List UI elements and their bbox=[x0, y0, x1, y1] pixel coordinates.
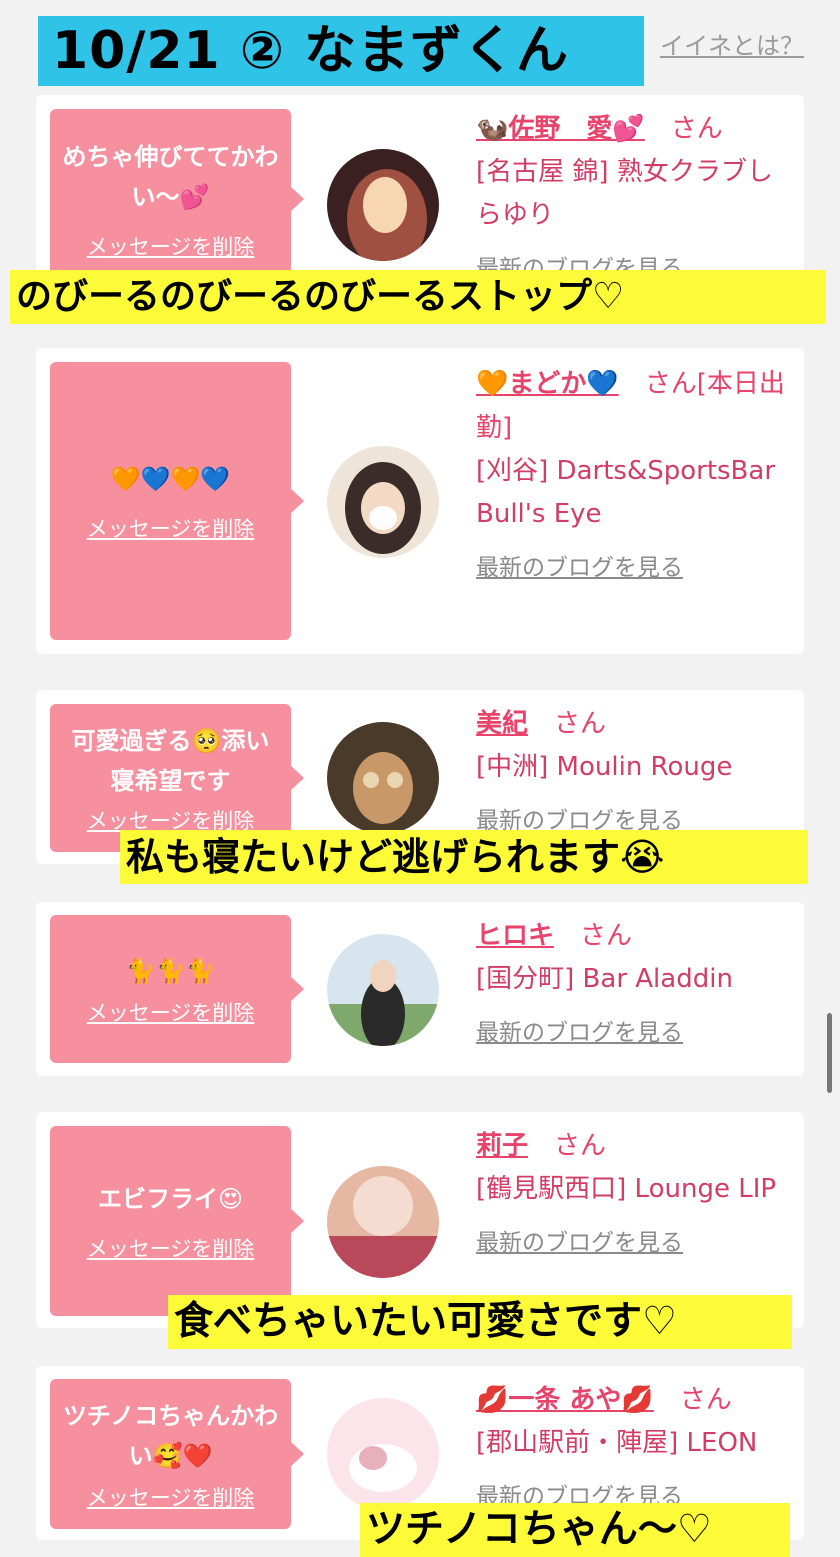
avatar[interactable] bbox=[327, 934, 439, 1046]
scrollbar[interactable] bbox=[827, 1013, 832, 1093]
message-bubble: めちゃ伸びててかわい〜💕 メッセージを削除 bbox=[50, 109, 304, 289]
shop-name: [名古屋 錦] 熟女クラブしらゆり bbox=[476, 157, 773, 230]
cast-name-link[interactable]: 美紀 bbox=[476, 709, 528, 739]
profile-info: 💋一条 あや💋 さん [郡山駅前・陣屋] LEON 最新のブログを見る bbox=[476, 1378, 796, 1511]
message-text: 🐈🐈🐈 bbox=[125, 957, 216, 985]
honorific: さん bbox=[554, 1131, 607, 1161]
message-bubble: エビフライ😍 メッセージを削除 bbox=[50, 1126, 304, 1316]
message-text: エビフライ😍 bbox=[97, 1185, 244, 1213]
shop-name: [郡山駅前・陣屋] LEON bbox=[476, 1428, 758, 1458]
latest-blog-link[interactable]: 最新のブログを見る bbox=[476, 1223, 683, 1257]
message-text: ツチノコちゃんかわい🥰❤️ bbox=[62, 1402, 279, 1470]
avatar[interactable] bbox=[327, 1398, 439, 1510]
message-text: 🧡💙🧡💙 bbox=[110, 465, 231, 493]
video-caption: 私も寝たいけど逃げられます😭 bbox=[120, 830, 808, 884]
message-bubble: 🧡💙🧡💙 メッセージを削除 bbox=[50, 362, 304, 640]
delete-message-link[interactable]: メッセージを削除 bbox=[87, 231, 255, 261]
profile-info: 莉子 さん [鶴見駅西口] Lounge LIP 最新のブログを見る bbox=[476, 1124, 796, 1257]
delete-message-link[interactable]: メッセージを削除 bbox=[87, 1233, 255, 1263]
cast-name-link[interactable]: ヒロキ bbox=[476, 921, 554, 951]
cast-name-link[interactable]: 莉子 bbox=[476, 1131, 528, 1161]
shop-name: [中洲] Moulin Rouge bbox=[476, 752, 733, 782]
cast-name-link[interactable]: 🦦佐野 愛💕 bbox=[476, 114, 645, 144]
like-card: 🐈🐈🐈 メッセージを削除 ヒロキ さん [国分町] Bar Aladdin 最新の… bbox=[36, 902, 804, 1076]
honorific: さん bbox=[580, 921, 633, 951]
video-title-banner: 10/21 ② なまずくん bbox=[38, 16, 644, 86]
delete-message-link[interactable]: メッセージを削除 bbox=[87, 1482, 255, 1512]
message-bubble: ツチノコちゃんかわい🥰❤️ メッセージを削除 bbox=[50, 1379, 304, 1529]
shop-name: [鶴見駅西口] Lounge LIP bbox=[476, 1174, 777, 1204]
delete-message-link[interactable]: メッセージを削除 bbox=[87, 997, 255, 1027]
profile-info: 🦦佐野 愛💕 さん [名古屋 錦] 熟女クラブしらゆり 最新のブログを見る bbox=[476, 107, 796, 283]
message-text: めちゃ伸びててかわい〜💕 bbox=[62, 143, 279, 211]
honorific: さん bbox=[554, 709, 607, 739]
message-text: 可愛過ぎる🥺添い寝希望です bbox=[71, 727, 270, 795]
delete-message-link[interactable]: メッセージを削除 bbox=[87, 513, 255, 543]
avatar[interactable] bbox=[327, 149, 439, 261]
profile-info: 美紀 さん [中洲] Moulin Rouge 最新のブログを見る bbox=[476, 702, 796, 835]
honorific: さん bbox=[679, 1385, 732, 1415]
profile-info: 🧡まどか💙 さん[本日出勤] [刈谷] Darts&SportsBar Bull'… bbox=[476, 362, 796, 582]
message-bubble: 🐈🐈🐈 メッセージを削除 bbox=[50, 915, 304, 1063]
iine-help-link[interactable]: イイネとは？ bbox=[630, 26, 804, 60]
latest-blog-link[interactable]: 最新のブログを見る bbox=[476, 548, 683, 582]
video-caption: ツチノコちゃん〜♡ bbox=[360, 1503, 790, 1557]
avatar[interactable] bbox=[327, 722, 439, 834]
avatar[interactable] bbox=[327, 446, 439, 558]
cast-name-link[interactable]: 💋一条 あや💋 bbox=[476, 1385, 654, 1415]
latest-blog-link[interactable]: 最新のブログを見る bbox=[476, 1013, 683, 1047]
avatar[interactable] bbox=[327, 1166, 439, 1278]
video-caption: のびーるのびーるのびーるストップ♡ bbox=[10, 270, 826, 324]
profile-info: ヒロキ さん [国分町] Bar Aladdin 最新のブログを見る bbox=[476, 914, 796, 1047]
cast-name-link[interactable]: 🧡まどか💙 bbox=[476, 369, 619, 399]
shop-name: [国分町] Bar Aladdin bbox=[476, 964, 733, 994]
like-card: 🧡💙🧡💙 メッセージを削除 🧡まどか💙 さん[本日出勤] [刈谷] Darts&S… bbox=[36, 348, 804, 654]
video-caption: 食べちゃいたい可愛さです♡ bbox=[168, 1295, 792, 1349]
honorific: さん bbox=[670, 114, 723, 144]
shop-name: [刈谷] Darts&SportsBar Bull's Eye bbox=[476, 456, 776, 529]
